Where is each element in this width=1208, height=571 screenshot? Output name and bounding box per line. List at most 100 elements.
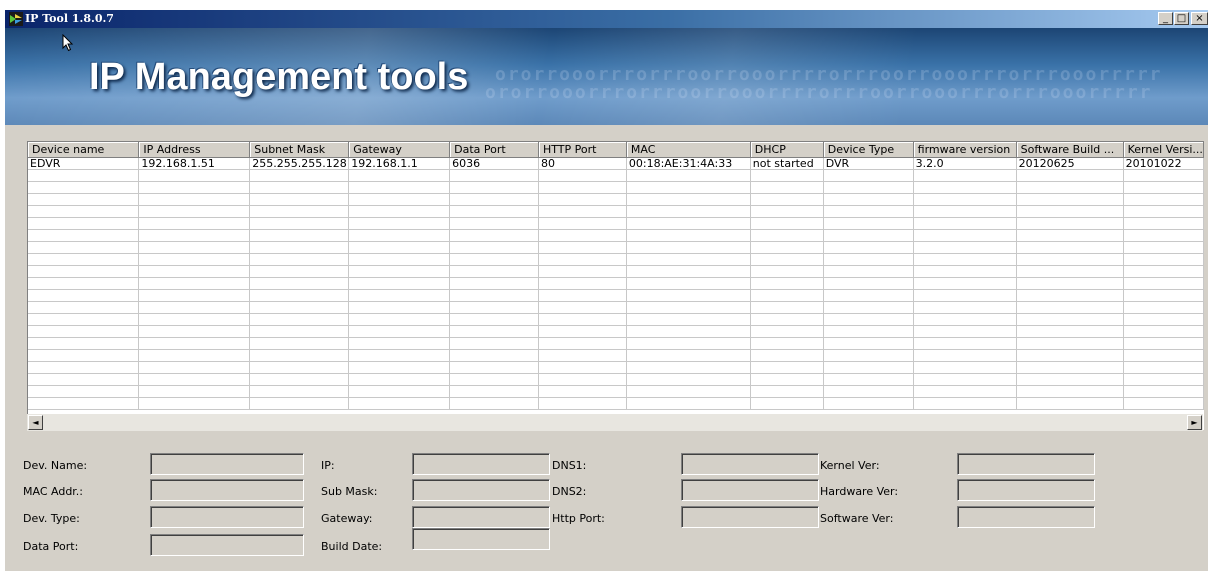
empty-table-row[interactable] — [28, 265, 1204, 278]
table-cell — [823, 385, 914, 398]
table-cell — [249, 325, 350, 338]
gateway-field[interactable] — [412, 506, 550, 528]
empty-table-row[interactable] — [28, 301, 1204, 314]
hardware-ver-field[interactable] — [957, 479, 1095, 501]
table-cell — [1123, 289, 1204, 302]
table-cell — [1123, 169, 1204, 182]
empty-table-row[interactable] — [28, 313, 1204, 326]
minimize-button[interactable]: _ — [1158, 12, 1173, 25]
empty-table-row[interactable] — [28, 397, 1204, 410]
table-cell — [348, 337, 451, 350]
table-cell — [449, 229, 539, 242]
title-bar[interactable]: IP Tool 1.8.0.7 _ □ × — [5, 10, 1208, 28]
table-cell — [249, 265, 350, 278]
column-header[interactable]: Kernel Versi... — [1123, 142, 1204, 158]
dns1-field[interactable] — [681, 453, 819, 475]
column-header[interactable]: Data Port — [449, 142, 539, 158]
empty-table-row[interactable] — [28, 217, 1204, 230]
column-header[interactable]: DHCP — [750, 142, 824, 158]
column-header[interactable]: IP Address — [138, 142, 251, 158]
device-list-table[interactable]: Device name IP Address Subnet Mask Gateway D… — [27, 141, 1204, 430]
empty-table-row[interactable] — [28, 289, 1204, 302]
table-cell — [538, 373, 627, 386]
column-header[interactable]: MAC — [626, 142, 751, 158]
empty-table-row[interactable] — [28, 169, 1204, 182]
table-cell — [138, 349, 251, 362]
table-cell — [348, 361, 451, 374]
table-cell — [28, 385, 140, 398]
empty-table-row[interactable] — [28, 205, 1204, 218]
table-cell — [449, 337, 539, 350]
table-cell — [249, 385, 350, 398]
table-cell — [913, 265, 1017, 278]
dev-type-field[interactable] — [150, 506, 304, 528]
ip-field[interactable] — [412, 453, 550, 475]
kernel-ver-field[interactable] — [957, 453, 1095, 475]
empty-table-row[interactable] — [28, 361, 1204, 374]
table-cell — [750, 253, 824, 266]
column-header[interactable]: Device Type — [823, 142, 914, 158]
table-cell: EDVR — [28, 157, 140, 170]
table-cell — [348, 373, 451, 386]
build-date-field[interactable] — [412, 528, 550, 550]
empty-table-row[interactable] — [28, 241, 1204, 254]
software-ver-field[interactable] — [957, 506, 1095, 528]
table-cell — [538, 217, 627, 230]
column-header[interactable]: Device name — [28, 142, 140, 158]
dns2-field[interactable] — [681, 479, 819, 501]
table-cell — [348, 217, 451, 230]
empty-table-row[interactable] — [28, 385, 1204, 398]
table-cell — [1123, 301, 1204, 314]
empty-table-row[interactable] — [28, 181, 1204, 194]
empty-table-row[interactable] — [28, 229, 1204, 242]
horizontal-scrollbar[interactable]: ◄ ► — [27, 414, 1203, 431]
empty-table-row[interactable] — [28, 277, 1204, 290]
table-cell — [538, 337, 627, 350]
table-cell — [28, 193, 140, 206]
table-cell — [538, 253, 627, 266]
table-cell — [750, 181, 824, 194]
empty-table-row[interactable] — [28, 193, 1204, 206]
table-cell — [538, 205, 627, 218]
empty-table-row[interactable] — [28, 349, 1204, 362]
maximize-button[interactable]: □ — [1174, 12, 1189, 25]
table-cell — [138, 181, 251, 194]
table-cell — [1016, 253, 1124, 266]
column-header[interactable]: Software Build ... — [1016, 142, 1124, 158]
table-cell — [750, 349, 824, 362]
table-cell — [138, 205, 251, 218]
empty-table-row[interactable] — [28, 337, 1204, 350]
column-header[interactable]: Gateway — [348, 142, 451, 158]
empty-table-row[interactable] — [28, 325, 1204, 338]
empty-table-row[interactable] — [28, 253, 1204, 266]
table-cell — [449, 277, 539, 290]
mac-addr-field[interactable] — [150, 479, 304, 501]
table-cell — [138, 397, 251, 410]
table-row[interactable]: EDVR 192.168.1.51 255.255.255.128 192.168.1… — [28, 157, 1204, 170]
data-port-field[interactable] — [150, 534, 304, 556]
empty-table-row[interactable] — [28, 373, 1204, 386]
table-cell — [626, 169, 751, 182]
column-header[interactable]: Subnet Mask — [249, 142, 350, 158]
scroll-left-button[interactable]: ◄ — [28, 415, 43, 430]
scroll-right-button[interactable]: ► — [1187, 415, 1202, 430]
dev-name-field[interactable] — [150, 453, 304, 475]
table-cell — [1016, 205, 1124, 218]
table-cell — [913, 181, 1017, 194]
table-cell — [1016, 325, 1124, 338]
table-cell — [913, 325, 1017, 338]
table-cell: 6036 — [449, 157, 539, 170]
http-port-field[interactable] — [681, 506, 819, 528]
table-cell — [348, 385, 451, 398]
table-cell — [1016, 385, 1124, 398]
sub-mask-field[interactable] — [412, 479, 550, 501]
column-header[interactable]: firmware version — [913, 142, 1017, 158]
column-header[interactable]: HTTP Port — [538, 142, 627, 158]
table-cell — [449, 385, 539, 398]
table-cell — [249, 205, 350, 218]
table-cell — [138, 373, 251, 386]
table-cell — [538, 397, 627, 410]
table-cell — [1016, 193, 1124, 206]
table-cell — [538, 229, 627, 242]
close-button[interactable]: × — [1191, 12, 1208, 25]
